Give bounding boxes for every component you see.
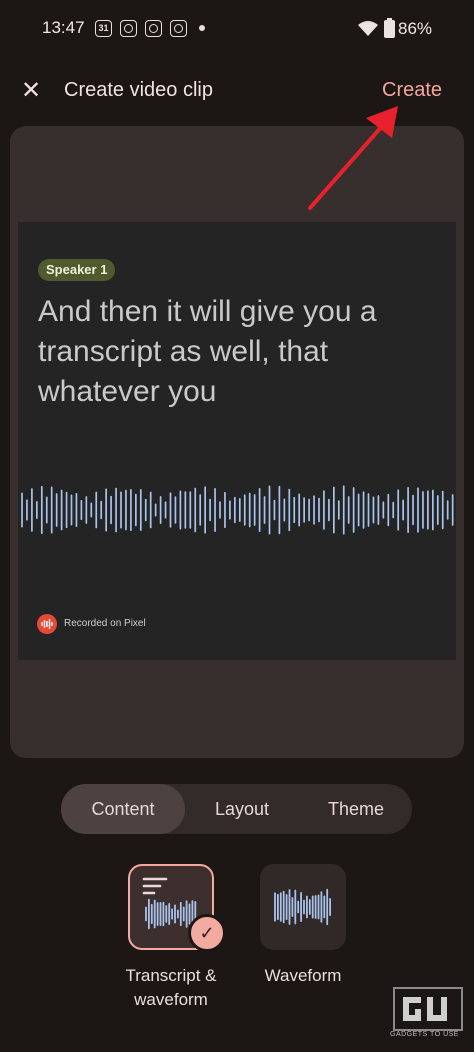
wifi-icon (358, 21, 378, 36)
status-time: 13:47 (42, 18, 85, 37)
tab-layout[interactable]: Layout (197, 784, 287, 834)
selected-check-icon: ✓ (188, 914, 226, 952)
recorder-icon (37, 614, 57, 634)
option-label-transcript-waveform: Transcript & waveform (125, 966, 217, 1009)
instagram-icon (120, 20, 137, 37)
tab-bar: Content Layout Theme (61, 784, 412, 834)
transcript-text: And then it will give you a transcript a… (38, 295, 377, 408)
waveform-icon (274, 888, 331, 926)
watermark-text: GADGETS TO USE (390, 1031, 459, 1038)
option-waveform[interactable] (260, 864, 346, 950)
instagram-icon (170, 20, 187, 37)
create-button[interactable]: Create (382, 79, 442, 102)
recorded-on-pixel-label: Recorded on Pixel (64, 618, 146, 629)
waveform (21, 485, 454, 535)
annotation-arrow-icon (308, 106, 398, 210)
calendar-icon: 31 (95, 20, 112, 37)
speaker-chip: Speaker 1 (38, 259, 116, 281)
clip-preview (18, 222, 456, 660)
battery-percentage: 86% (398, 19, 433, 38)
option-label-waveform: Waveform (264, 966, 342, 985)
notification-dot (199, 25, 205, 31)
close-button[interactable]: ✕ (18, 78, 44, 104)
instagram-icon (145, 20, 162, 37)
tab-theme[interactable]: Theme (311, 784, 401, 834)
page-title: Create video clip (64, 79, 213, 101)
tab-content[interactable]: Content (61, 784, 185, 834)
battery-icon (384, 18, 395, 38)
